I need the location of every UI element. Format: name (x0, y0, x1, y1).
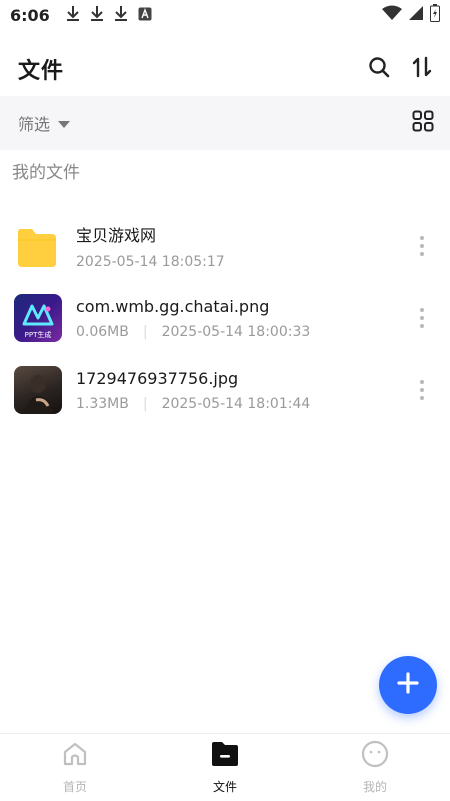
thumb-text: PPT生成 (24, 331, 52, 339)
list-item[interactable]: 宝贝游戏网 2025-05-14 18:05:17 (0, 210, 450, 282)
status-time: 6:06 (10, 5, 50, 25)
grid-view-icon[interactable] (412, 110, 434, 136)
status-bar: 6:06 (0, 0, 450, 30)
a-icon (138, 6, 152, 25)
filter-bar: 筛选 (0, 96, 450, 150)
file-meta: 1.33MB | 2025-05-14 18:01:44 (76, 396, 410, 412)
page-title: 文件 (18, 59, 65, 84)
file-date: 2025-05-14 18:00:33 (161, 323, 311, 340)
file-date: 2025-05-14 18:01:44 (161, 395, 311, 412)
caret-down-icon (58, 114, 71, 133)
meta-divider: | (142, 323, 148, 340)
file-name: 1729476937756.jpg (76, 368, 239, 388)
file-size: 0.06MB (76, 323, 129, 340)
image-thumbnail: PPT生成 (14, 294, 62, 342)
folder-icon (16, 223, 58, 269)
section-title: 我的文件 (12, 163, 80, 183)
nav-item-profile[interactable]: 我的 (315, 740, 435, 795)
profile-icon (361, 740, 389, 772)
file-date: 2025-05-14 18:05:17 (76, 254, 225, 270)
nav-label: 文件 (212, 780, 237, 794)
add-button[interactable] (379, 656, 437, 714)
download-icon (114, 5, 128, 25)
home-icon (61, 740, 89, 772)
more-vert-icon[interactable] (410, 303, 434, 333)
download-icon (66, 5, 80, 25)
photo-thumbnail (14, 366, 62, 414)
battery-icon (430, 4, 440, 26)
filter-label: 筛选 (18, 115, 51, 134)
filter-dropdown[interactable]: 筛选 (18, 111, 71, 135)
status-right (382, 4, 440, 26)
file-size: 1.33MB (76, 395, 129, 412)
nav-label: 我的 (362, 780, 387, 794)
file-info: 1729476937756.jpg 1.33MB | 2025-05-14 18… (76, 369, 410, 412)
file-info: com.wmb.gg.chatai.png 0.06MB | 2025-05-1… (76, 297, 410, 340)
search-icon[interactable] (368, 56, 390, 82)
nav-item-home[interactable]: 首页 (15, 740, 135, 795)
status-left: 6:06 (10, 5, 152, 25)
plus-icon (397, 672, 419, 698)
more-vert-icon[interactable] (410, 231, 434, 261)
app-actions (368, 56, 432, 82)
list-item[interactable]: 1729476937756.jpg 1.33MB | 2025-05-14 18… (0, 354, 450, 426)
wifi-icon (382, 5, 402, 25)
signal-icon (408, 5, 424, 25)
meta-divider: | (142, 395, 148, 412)
bottom-nav: 首页 文件 我的 (0, 733, 450, 801)
file-name: com.wmb.gg.chatai.png (76, 296, 270, 316)
file-meta: 0.06MB | 2025-05-14 18:00:33 (76, 324, 410, 340)
file-name: 宝贝游戏网 (76, 226, 157, 245)
sort-icon[interactable] (412, 56, 432, 82)
nav-label: 首页 (62, 780, 87, 794)
file-list: 宝贝游戏网 2025-05-14 18:05:17 PPT生成 com.wmb.… (0, 210, 450, 426)
nav-item-files[interactable]: 文件 (165, 740, 285, 795)
file-info: 宝贝游戏网 2025-05-14 18:05:17 (76, 222, 410, 270)
app-bar: 文件 (0, 44, 450, 94)
file-meta: 2025-05-14 18:05:17 (76, 254, 410, 270)
download-icon (90, 5, 104, 25)
list-item[interactable]: PPT生成 com.wmb.gg.chatai.png 0.06MB | 202… (0, 282, 450, 354)
more-vert-icon[interactable] (410, 375, 434, 405)
folder-icon (210, 740, 240, 772)
